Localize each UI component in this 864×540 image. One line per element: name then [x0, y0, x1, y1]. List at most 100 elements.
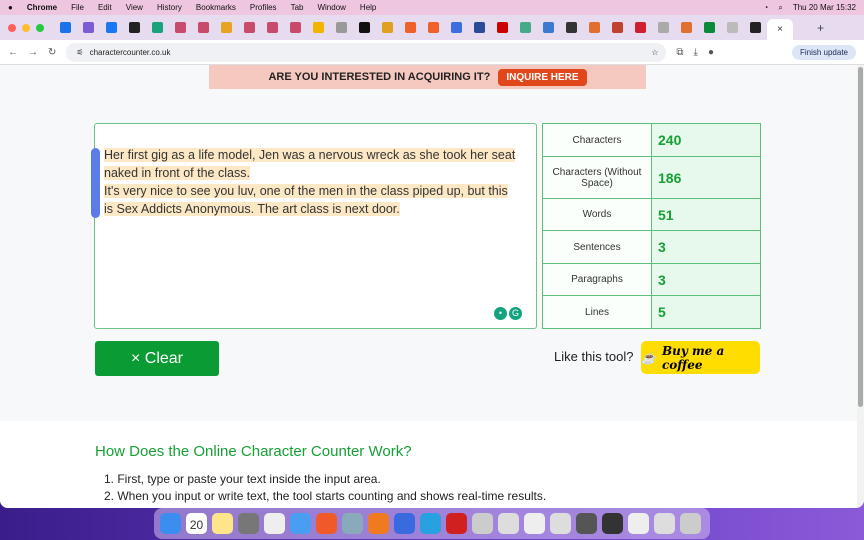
inquire-button[interactable]: INQUIRE HERE	[498, 68, 587, 86]
wifi-icon[interactable]: ◔	[764, 3, 769, 12]
tab-bar: × +	[0, 15, 864, 40]
stat-label: Lines	[542, 295, 652, 329]
tab-favicon[interactable]	[83, 22, 94, 33]
menu-view[interactable]: View	[126, 3, 143, 12]
reload-icon[interactable]: ↻	[48, 47, 56, 58]
tab-favicon[interactable]	[129, 22, 140, 33]
tab-favicon[interactable]	[290, 22, 301, 33]
coffee-label: Buy me a coffee	[661, 343, 725, 372]
dock-app-icon[interactable]	[264, 513, 285, 534]
stat-label: Paragraphs	[542, 263, 652, 296]
dock-app-icon[interactable]	[342, 513, 363, 534]
tab-favicon[interactable]	[267, 22, 278, 33]
dock-app-icon[interactable]	[576, 513, 597, 534]
tab-favicon[interactable]	[244, 22, 255, 33]
finish-update-button[interactable]: Finish update	[791, 44, 856, 60]
tab-favicon[interactable]	[681, 22, 692, 33]
close-window-button[interactable]	[8, 23, 16, 32]
menu-file[interactable]: File	[71, 3, 84, 12]
active-tab-close-button[interactable]: ×	[767, 19, 793, 40]
tab-favicon[interactable]	[589, 22, 600, 33]
menu-app[interactable]: Chrome	[27, 3, 57, 12]
tab-favicon[interactable]	[451, 22, 462, 33]
tab-favicon[interactable]	[750, 22, 761, 33]
dock-app-icon[interactable]	[628, 513, 649, 534]
menu-profiles[interactable]: Profiles	[250, 3, 277, 12]
tab-favicon[interactable]	[336, 22, 347, 33]
extensions-icon[interactable]: ⧉	[676, 47, 683, 58]
menu-edit[interactable]: Edit	[98, 3, 112, 12]
menu-help[interactable]: Help	[360, 3, 376, 12]
dock-app-icon[interactable]	[446, 513, 467, 534]
tab-favicon[interactable]	[566, 22, 577, 33]
tab-favicon[interactable]	[727, 22, 738, 33]
tab-favicon[interactable]	[60, 22, 71, 33]
text-input-area[interactable]: Her first gig as a life model, Jen was a…	[91, 123, 537, 329]
tab-favicon[interactable]	[382, 22, 393, 33]
tab-favicon[interactable]	[474, 22, 485, 33]
tab-favicon[interactable]	[428, 22, 439, 33]
dock-app-icon[interactable]	[160, 513, 181, 534]
apple-icon[interactable]: ●	[8, 3, 13, 12]
section-heading: How Does the Online Character Counter Wo…	[95, 443, 412, 460]
site-info-icon[interactable]: ⚟	[76, 48, 83, 57]
buy-me-a-coffee-button[interactable]: ☕ Buy me a coffee	[641, 341, 760, 374]
scrollbar[interactable]	[857, 65, 864, 508]
dock-app-icon[interactable]	[316, 513, 337, 534]
new-tab-button[interactable]: +	[817, 21, 824, 35]
tab-favicon[interactable]	[543, 22, 554, 33]
tab-favicon[interactable]	[658, 22, 669, 33]
lightbulb-icon[interactable]: •	[494, 307, 507, 320]
tab-favicon[interactable]	[704, 22, 715, 33]
zoom-window-button[interactable]	[36, 23, 44, 32]
list-item: 1. First, type or paste your text inside…	[104, 472, 381, 486]
dock-app-icon[interactable]	[420, 513, 441, 534]
bookmark-star-icon[interactable]: ☆	[651, 48, 658, 57]
tab-favicon[interactable]	[152, 22, 163, 33]
dock-app-icon[interactable]	[212, 513, 233, 534]
dock-app-icon[interactable]	[472, 513, 493, 534]
dock-app-icon[interactable]	[368, 513, 389, 534]
tab-favicon[interactable]	[359, 22, 370, 33]
calendar-icon[interactable]: 20	[186, 513, 207, 534]
info-section: How Does the Online Character Counter Wo…	[0, 421, 857, 508]
tab-favicon[interactable]	[221, 22, 232, 33]
menu-history[interactable]: History	[157, 3, 182, 12]
clear-button[interactable]: × Clear	[95, 341, 219, 376]
tab-favicon[interactable]	[635, 22, 646, 33]
dock-app-icon[interactable]	[524, 513, 545, 534]
tab-favicon[interactable]	[313, 22, 324, 33]
tab-favicon[interactable]	[106, 22, 117, 33]
grammarly-icon[interactable]: G	[509, 307, 522, 320]
dock-app-icon[interactable]	[394, 513, 415, 534]
search-icon[interactable]: ⌕	[778, 3, 782, 13]
dock-app-icon[interactable]	[290, 513, 311, 534]
tab-favicon[interactable]	[520, 22, 531, 33]
tab-favicon[interactable]	[198, 22, 209, 33]
dock-app-icon[interactable]	[602, 513, 623, 534]
tab-favicon[interactable]	[497, 22, 508, 33]
dock-app-icon[interactable]	[550, 513, 571, 534]
tab-favicon[interactable]	[612, 22, 623, 33]
url-field[interactable]: ⚟ charactercounter.co.uk ☆	[66, 42, 667, 62]
dock-app-icon[interactable]	[498, 513, 519, 534]
stat-value: 51	[651, 198, 761, 231]
download-icon[interactable]: ⤓	[694, 47, 698, 58]
menu-tab[interactable]: Tab	[291, 3, 304, 12]
menu-bookmarks[interactable]: Bookmarks	[196, 3, 236, 12]
forward-icon[interactable]: →	[28, 47, 38, 58]
clock[interactable]: Thu 20 Mar 15:32	[793, 3, 856, 12]
tab-favicon[interactable]	[405, 22, 416, 33]
tab-favicon[interactable]	[175, 22, 186, 33]
dock-app-icon[interactable]	[238, 513, 259, 534]
steps-list: 1. First, type or paste your text inside…	[104, 471, 546, 505]
address-bar: ← → ↻ ⚟ charactercounter.co.uk ☆ ⧉ ⤓ ● Fin…	[0, 40, 864, 65]
text-line: is Sex Addicts Anonymous. The art class …	[104, 202, 400, 216]
back-icon[interactable]: ←	[8, 47, 18, 58]
menu-window[interactable]: Window	[317, 3, 345, 12]
dock-app-icon[interactable]	[680, 513, 701, 534]
profile-avatar[interactable]: ●	[708, 47, 714, 58]
drag-handle[interactable]	[91, 148, 100, 218]
dock-app-icon[interactable]	[654, 513, 675, 534]
minimize-window-button[interactable]	[22, 23, 30, 32]
